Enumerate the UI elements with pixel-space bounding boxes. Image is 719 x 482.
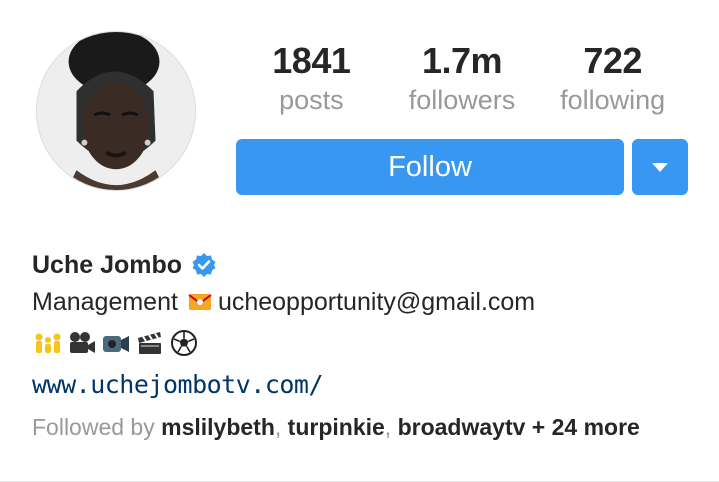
following-count: 722 xyxy=(583,40,642,81)
profile-website-link[interactable]: www.uchejombotv.com/ xyxy=(32,364,692,406)
profile-bio: Uche Jombo Management ucheopportunity@gm… xyxy=(32,248,692,448)
followed-by-more-link[interactable]: + 24 more xyxy=(532,414,640,440)
followed-by-account[interactable]: mslilybeth xyxy=(161,414,275,440)
followers-label: followers xyxy=(408,85,516,115)
suggestions-dropdown-button[interactable] xyxy=(632,139,688,195)
posts-label: posts xyxy=(279,85,344,115)
name-row: Uche Jombo xyxy=(32,248,692,282)
family-icon xyxy=(32,328,64,358)
separator: , xyxy=(274,414,288,440)
bio-emoji-line xyxy=(32,322,692,364)
followed-by-account[interactable]: turpinkie xyxy=(288,414,385,440)
bio-email-text: ucheopportunity@gmail.com xyxy=(217,287,536,316)
movie-camera-icon xyxy=(66,328,98,358)
followers-stat[interactable]: 1.7m followers xyxy=(387,40,538,116)
follow-button[interactable]: Follow xyxy=(236,139,624,195)
envelope-icon xyxy=(188,294,212,310)
profile-avatar[interactable] xyxy=(36,31,196,191)
chevron-down-icon xyxy=(652,162,668,172)
video-camera-icon xyxy=(100,328,132,358)
followed-by-line: Followed by mslilybeth, turpinkie, broad… xyxy=(32,406,692,448)
bio-management-line: Management ucheopportunity@gmail.com xyxy=(32,282,692,322)
profile-stats: 1841 posts 1.7m followers 722 following xyxy=(236,40,688,116)
separator: , xyxy=(384,414,398,440)
followers-count: 1.7m xyxy=(421,40,503,81)
following-label: following xyxy=(560,85,666,115)
clapper-icon xyxy=(134,328,166,358)
verified-badge-icon xyxy=(192,253,216,277)
soccer-ball-icon xyxy=(168,328,200,358)
bio-management-text: Management xyxy=(32,287,178,316)
followed-by-prefix: Followed by xyxy=(32,414,155,440)
posts-count: 1841 xyxy=(272,40,351,81)
posts-stat: 1841 posts xyxy=(236,40,387,116)
following-stat[interactable]: 722 following xyxy=(537,40,688,116)
followed-by-account[interactable]: broadwaytv xyxy=(398,414,526,440)
avatar-photo xyxy=(37,32,195,190)
profile-name: Uche Jombo xyxy=(32,250,183,279)
